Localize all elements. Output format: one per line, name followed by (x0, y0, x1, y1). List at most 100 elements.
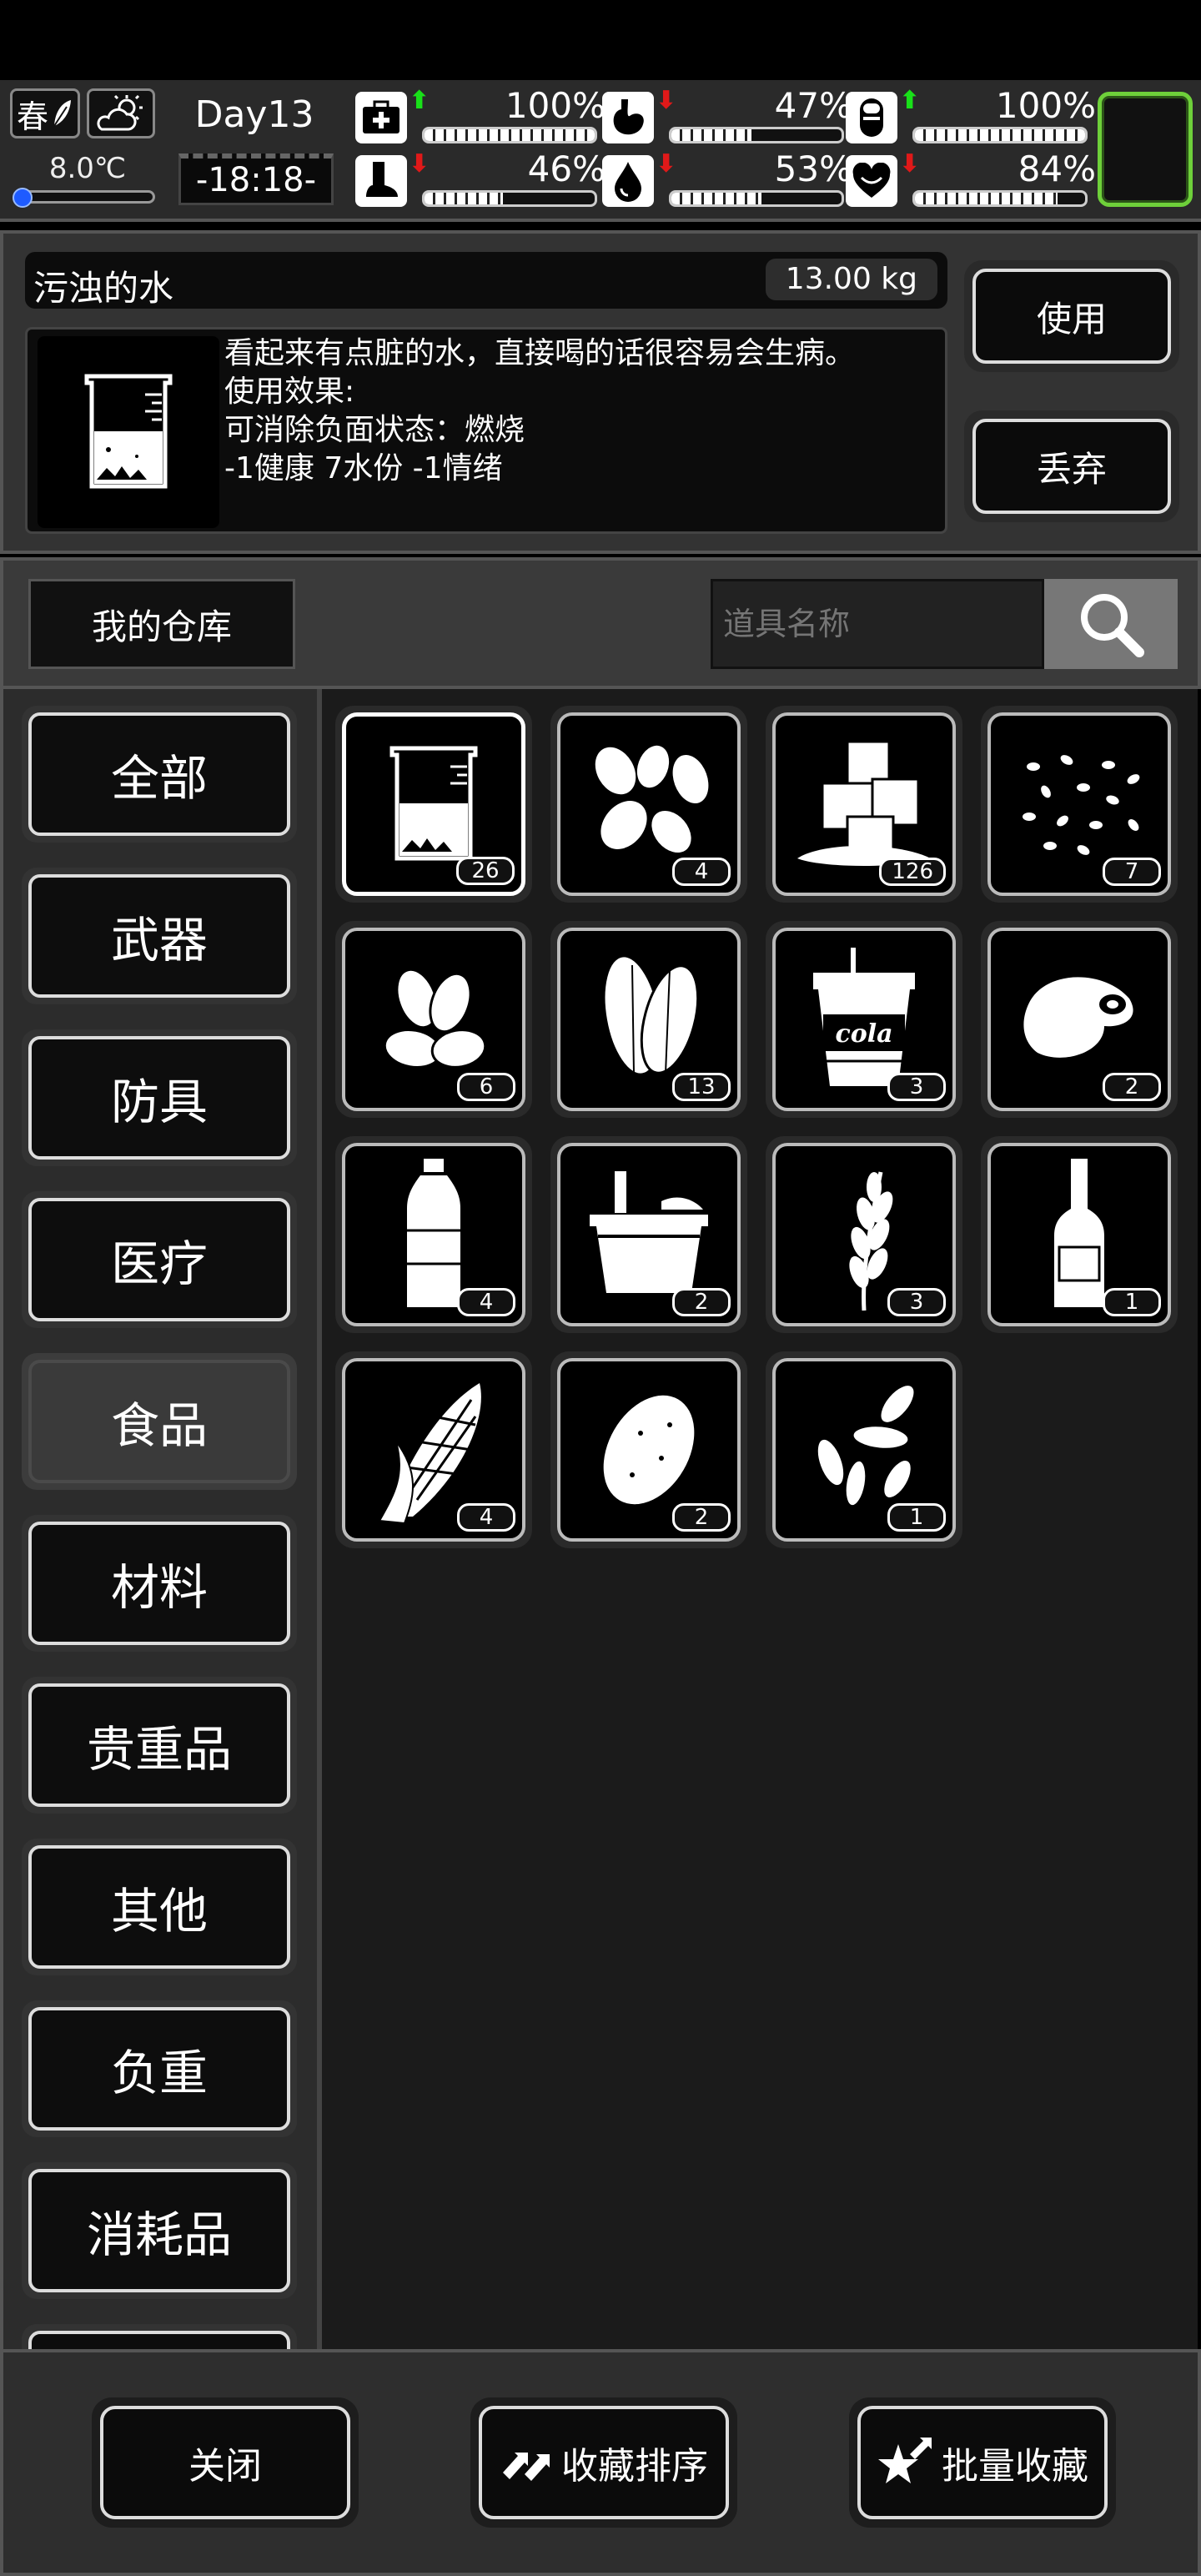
item-grid: 26 4 126 7 6 13 cola 3 2 4 2 3 1 4 2 1 (317, 689, 1198, 2349)
category-load[interactable]: 负重 (22, 2000, 297, 2137)
category-label[interactable]: 医疗 (28, 1198, 290, 1321)
category-materials[interactable]: 材料 (22, 1515, 297, 1652)
item-slot-ice[interactable]: 126 (766, 706, 962, 903)
category-armor[interactable]: 防具 (22, 1029, 297, 1166)
search-button[interactable] (1044, 579, 1178, 669)
category-food[interactable]: 食品 (22, 1353, 297, 1490)
star-arrow-icon (878, 2438, 932, 2483)
stat-stamina: ⬇ 46% (355, 148, 606, 210)
potato-icon (603, 1395, 695, 1505)
use-button-label[interactable]: 使用 (972, 269, 1171, 364)
category-more[interactable] (22, 2324, 297, 2349)
close-button[interactable]: 关闭 (92, 2397, 359, 2528)
category-label[interactable] (28, 2331, 290, 2349)
item-description-box: 看起来有点脏的水，直接喝的话很容易会生病。 使用效果: 可消除负面状态：燃烧 -… (25, 327, 947, 534)
foot-icon (355, 155, 407, 207)
item-slot-pumpkin-seeds[interactable]: 13 (550, 921, 747, 1118)
item-slot-peanuts[interactable]: 4 (550, 706, 747, 903)
stat-bar (669, 127, 844, 143)
stat-bar (912, 127, 1088, 143)
stat-percent: 53% (774, 148, 852, 189)
trend-arrow-icon: ⬇ (656, 86, 677, 115)
trend-arrow-icon: ⬇ (656, 149, 677, 179)
use-button[interactable]: 使用 (964, 260, 1179, 372)
batch-label: 批量收藏 (942, 2445, 1088, 2488)
item-count: 26 (456, 857, 515, 885)
item-search-input[interactable] (711, 579, 1044, 669)
item-count: 1 (887, 1503, 946, 1532)
item-slot-corn[interactable]: 4 (335, 1351, 532, 1548)
item-slot-wheat[interactable]: 3 (766, 1136, 962, 1333)
item-count: 7 (1103, 858, 1161, 886)
temperature-indicator-icon (13, 188, 33, 208)
item-count: 1 (1103, 1288, 1161, 1316)
item-slot-meat[interactable]: 2 (981, 921, 1178, 1118)
cola-cup-icon: cola (813, 948, 915, 1086)
bucket-icon (590, 1171, 708, 1293)
day-label: Day13 (194, 93, 314, 136)
item-detail-panel: 污浊的水 13.00 kg 看起来有点脏的水，直接喝的话很容易会生病。 使用效果… (0, 230, 1201, 554)
category-label[interactable]: 全部 (28, 712, 290, 836)
description-line: -1健康 7水份 -1情绪 (224, 451, 503, 486)
batch-favorite-button[interactable]: 批量收藏 (849, 2397, 1116, 2528)
category-label[interactable]: 消耗品 (28, 2169, 290, 2292)
trend-arrow-icon: ⬇ (409, 149, 430, 179)
category-label[interactable]: 贵重品 (28, 1683, 290, 1807)
item-slot-dirty-water[interactable]: 26 (335, 706, 532, 903)
discard-button[interactable]: 丢弃 (964, 410, 1179, 522)
category-consumables[interactable]: 消耗品 (22, 2162, 297, 2299)
stat-percent: 46% (527, 148, 606, 189)
item-count: 2 (672, 1288, 731, 1316)
category-label[interactable]: 防具 (28, 1036, 290, 1160)
category-label[interactable]: 食品 (28, 1360, 290, 1483)
item-count: 6 (457, 1073, 515, 1101)
item-slot-cola[interactable]: cola 3 (766, 921, 962, 1118)
item-slot-liquor[interactable]: 1 (981, 1136, 1178, 1333)
category-all[interactable]: 全部 (22, 706, 297, 843)
item-slot-almonds[interactable]: 6 (335, 921, 532, 1118)
medkit-icon (355, 92, 407, 143)
description-line: 使用效果: (224, 375, 355, 409)
corn-icon (378, 1383, 481, 1525)
temperature-bar (13, 188, 155, 208)
item-count: 3 (887, 1073, 946, 1101)
sort-arrows-icon (503, 2453, 550, 2481)
seeds-icon (1023, 755, 1140, 855)
item-slot-potato[interactable]: 2 (550, 1351, 747, 1548)
item-slot-bucket[interactable]: 2 (550, 1136, 747, 1333)
sort-favorites-button[interactable]: 收藏排序 (470, 2397, 737, 2528)
beaker-icon (389, 746, 478, 861)
category-label[interactable]: 负重 (28, 2007, 290, 2131)
item-slot-water-bottle[interactable]: 4 (335, 1136, 532, 1333)
category-label[interactable]: 其他 (28, 1845, 290, 1969)
season-label: 春 (16, 98, 48, 135)
meat-icon (1023, 977, 1133, 1058)
category-valuables[interactable]: 贵重品 (22, 1677, 297, 1814)
discard-button-label[interactable]: 丢弃 (972, 419, 1171, 514)
stat-bar (422, 190, 597, 207)
stat-percent: 100% (995, 85, 1096, 126)
item-weight: 13.00 kg (765, 259, 937, 300)
stat-percent: 84% (1018, 148, 1096, 189)
peanuts-icon (595, 745, 709, 853)
stat-bar (669, 190, 844, 207)
leaf-icon (53, 100, 71, 127)
stat-bar (912, 190, 1088, 207)
category-medical[interactable]: 医疗 (22, 1191, 297, 1328)
my-warehouse-button[interactable]: 我的仓库 (28, 579, 295, 669)
weather-indicator (87, 88, 155, 138)
description-line: 看起来有点脏的水，直接喝的话很容易会生病。 (224, 336, 856, 370)
item-slot-seeds[interactable]: 7 (981, 706, 1178, 903)
category-weapons[interactable]: 武器 (22, 868, 297, 1004)
item-slot-sunflower-seeds[interactable]: 1 (766, 1351, 962, 1548)
category-label[interactable]: 武器 (28, 874, 290, 998)
sort-label: 收藏排序 (561, 2445, 708, 2488)
cola-text: cola (835, 1019, 892, 1049)
description-line: 可消除负面状态：燃烧 (224, 413, 525, 447)
category-other[interactable]: 其他 (22, 1839, 297, 1975)
category-label[interactable]: 材料 (28, 1522, 290, 1645)
pumpkin-seeds-icon (602, 954, 700, 1076)
quick-slot-button[interactable] (1098, 92, 1193, 207)
ice-cubes-icon (797, 740, 931, 866)
trend-arrow-icon: ⬇ (899, 149, 921, 179)
